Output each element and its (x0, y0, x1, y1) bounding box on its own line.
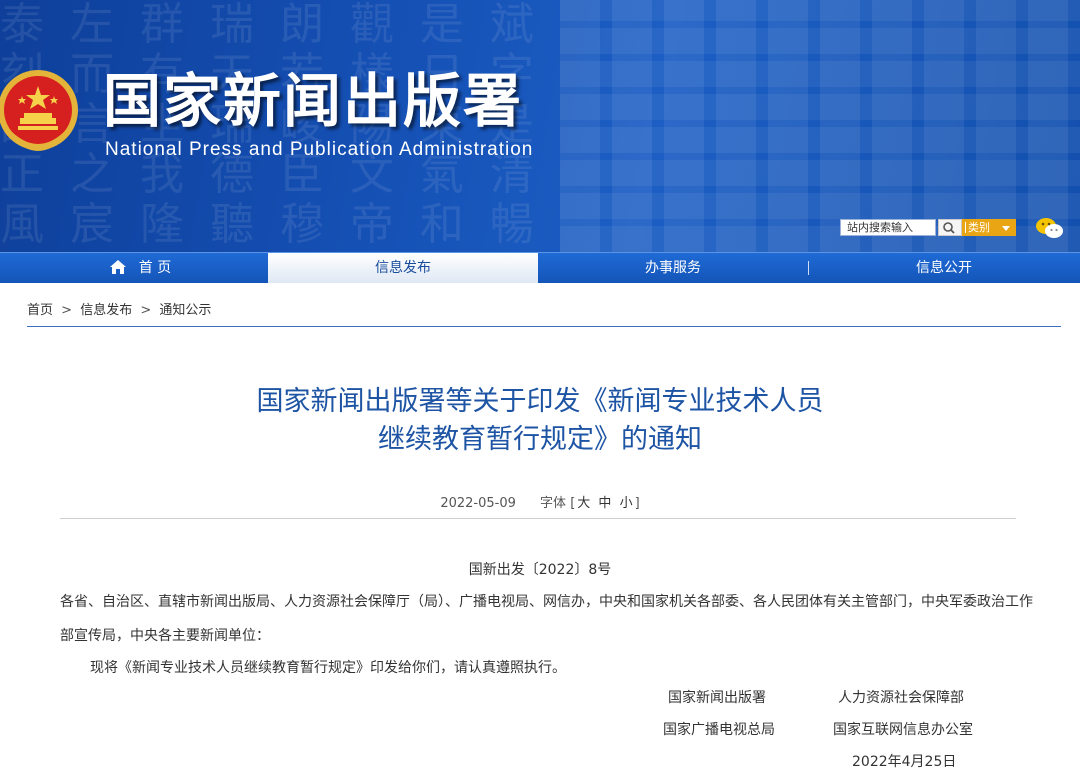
home-icon (109, 259, 126, 274)
breadcrumb-home-link[interactable]: 首页 (27, 303, 53, 318)
document-number: 国新出发〔2022〕8号 (468, 562, 612, 578)
bracket-open: [ (570, 496, 576, 511)
font-size-large-button[interactable]: 大 (577, 496, 590, 511)
main-nav: 首 页 信息发布 办事服务 信息公开 (0, 252, 1080, 283)
site-title: 国家新闻出版署 (103, 67, 524, 135)
signatory: 国家新闻出版署 (668, 690, 766, 706)
caret-down-icon (1002, 226, 1010, 231)
search-button[interactable] (938, 219, 962, 236)
nav-item-services[interactable]: 办事服务 (538, 253, 808, 283)
nav-label: 信息公开 (916, 260, 972, 276)
breadcrumb: 首页 > 信息发布 > 通知公示 (27, 299, 211, 318)
nav-item-info-disclosure[interactable]: 信息公开 (808, 253, 1080, 283)
category-dropdown[interactable]: 类别 (962, 219, 1016, 236)
article-meta: 2022-05-09 字体 [大 中 小] (0, 492, 1080, 511)
body-paragraph: 现将《新闻专业技术人员继续教育暂行规定》印发给你们，请认真遵照执行。 (90, 660, 566, 676)
nav-label: 首 页 (138, 260, 172, 276)
signatory: 国家广播电视总局 (663, 722, 775, 738)
search-input[interactable]: 站内搜索输入 (840, 219, 936, 236)
meta-divider (60, 518, 1016, 519)
breadcrumb-notices-link[interactable]: 通知公示 (159, 303, 211, 318)
publish-date: 2022-05-09 (440, 496, 516, 511)
category-label: 类别 (968, 221, 990, 234)
bracket-close: ] (634, 496, 640, 511)
divider (965, 222, 966, 233)
breadcrumb-separator: > (140, 303, 152, 318)
signing-date: 2022年4月25日 (852, 754, 957, 770)
nav-label: 办事服务 (645, 260, 701, 276)
article-title: 国家新闻出版署等关于印发《新闻专业技术人员 继续教育暂行规定》的通知 (0, 383, 1080, 459)
font-size-small-button[interactable]: 小 (620, 496, 633, 511)
search-icon (943, 222, 955, 234)
header-banner: 泰 左 群 瑞 朗 觀 是 斌 刻 而 有 天 若 樣 日 字 謂 言 坐 瑞 … (0, 0, 1080, 252)
nav-label: 信息发布 (375, 260, 431, 276)
breadcrumb-divider (27, 326, 1061, 327)
breadcrumb-separator: > (61, 303, 73, 318)
font-size-switcher: 字体 [大 中 小] (540, 496, 640, 511)
font-size-medium-button[interactable]: 中 (598, 496, 611, 511)
site-subtitle: National Press and Publication Administr… (105, 139, 534, 160)
font-size-label: 字体 (540, 496, 567, 511)
national-emblem-icon (0, 70, 78, 151)
nav-item-home[interactable]: 首 页 (80, 253, 200, 283)
signatory: 人力资源社会保障部 (838, 690, 964, 706)
signatory: 国家互联网信息办公室 (833, 722, 973, 738)
recipients-paragraph: 各省、自治区、直辖市新闻出版局、人力资源社会保障厅（局）、广播电视局、网信办，中… (60, 594, 1033, 644)
tiles-background (560, 0, 1080, 252)
breadcrumb-info-release-link[interactable]: 信息发布 (80, 303, 132, 318)
wechat-icon[interactable] (1035, 216, 1065, 240)
article-title-line: 国家新闻出版署等关于印发《新闻专业技术人员 (256, 386, 824, 417)
article-title-line: 继续教育暂行规定》的通知 (378, 424, 702, 455)
nav-item-info-release[interactable]: 信息发布 (268, 253, 538, 283)
